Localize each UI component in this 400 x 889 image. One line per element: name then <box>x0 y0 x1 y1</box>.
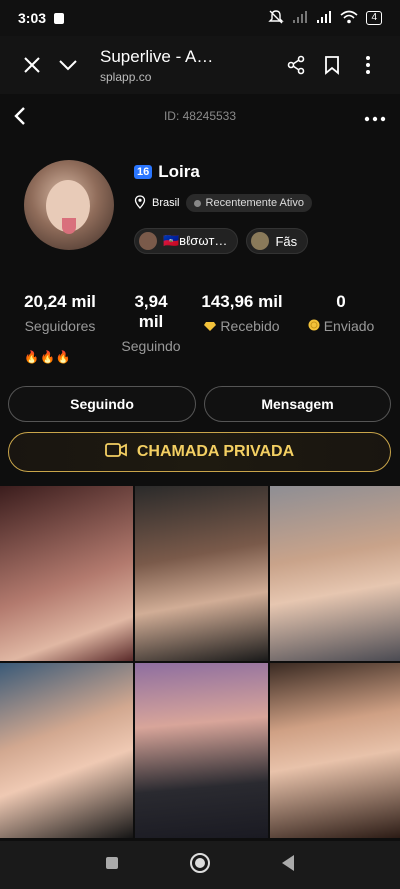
coin-icon <box>308 318 320 334</box>
photo-thumbnail[interactable] <box>135 663 268 838</box>
recent-apps-icon[interactable] <box>104 855 120 876</box>
browser-title-area[interactable]: Superlive - Assi… splapp.co <box>100 47 278 84</box>
chevron-down-icon[interactable] <box>50 47 86 83</box>
stats-row: 20,24 mil Seguidores 3,94 mil Seguindo 1… <box>0 292 400 354</box>
family-avatar <box>139 232 157 250</box>
stat-sent[interactable]: 0 Enviado <box>302 292 380 354</box>
photo-thumbnail[interactable] <box>0 486 133 661</box>
tag-row: 🇭🇹ʙℓσωт… Fãs <box>134 228 309 254</box>
wifi-icon <box>340 10 358 27</box>
bookmark-icon[interactable] <box>314 47 350 83</box>
system-nav-bar <box>0 841 400 889</box>
back-triangle-icon[interactable] <box>280 854 296 877</box>
more-vertical-icon[interactable] <box>350 47 386 83</box>
profile-name: Loira <box>158 162 200 181</box>
message-button-label: Mensagem <box>261 396 334 412</box>
family-tag-label: 🇭🇹ʙℓσωт… <box>163 233 228 248</box>
photo-thumbnail[interactable] <box>270 486 400 661</box>
photo-thumbnail[interactable] <box>270 663 400 838</box>
status-time: 3:03 <box>18 10 47 26</box>
status-dot <box>193 199 201 207</box>
stat-followers[interactable]: 20,24 mil Seguidores <box>0 292 120 354</box>
notification-icon <box>54 12 65 24</box>
profile-page: ID: 48245533 16 Loira Brasil Recentement… <box>0 94 400 841</box>
photo-thumbnail[interactable] <box>135 486 268 661</box>
mute-icon <box>268 9 285 28</box>
stat-value: 20,24 mil <box>24 292 96 311</box>
photo-thumbnail[interactable] <box>0 663 133 838</box>
private-call-label: CHAMADA PRIVADA <box>136 443 295 460</box>
fans-badge-icon <box>251 232 270 250</box>
page-title: Superlive - Assi… <box>100 46 220 66</box>
fire-emoji-text: 🔥🔥🔥 <box>24 350 72 364</box>
video-camera-icon <box>104 442 127 462</box>
stat-value: 143,96 mil <box>201 292 283 311</box>
following-button[interactable]: Seguindo <box>8 386 196 422</box>
activity-badge: Recentemente Ativo <box>185 194 312 212</box>
close-icon[interactable] <box>14 47 50 83</box>
stat-following[interactable]: 3,94 mil Seguindo <box>120 292 182 354</box>
battery-icon: 4 <box>366 11 382 25</box>
signal-icon <box>316 10 332 27</box>
meta-row: Brasil Recentemente Ativo <box>134 194 312 212</box>
location-icon <box>134 194 146 212</box>
diamond-icon <box>204 318 217 334</box>
signal-weak-icon <box>292 10 308 27</box>
stat-label: Seguidores <box>24 318 96 334</box>
following-button-label: Seguindo <box>70 396 134 412</box>
country-label: Brasil <box>152 197 180 209</box>
level-badge: 16 <box>134 165 153 179</box>
status-bar: 3:03 4 <box>0 0 400 36</box>
browser-toolbar: Superlive - Assi… splapp.co <box>0 36 400 94</box>
stat-label: Recebido <box>220 318 280 334</box>
profile-topnav: ID: 48245533 <box>0 94 400 138</box>
message-button[interactable]: Mensagem <box>204 386 391 422</box>
stat-value: 0 <box>336 292 346 311</box>
stat-label: Enviado <box>323 318 375 334</box>
private-call-button[interactable]: CHAMADA PRIVADA <box>8 432 391 472</box>
activity-label: Recentemente Ativo <box>205 197 304 209</box>
fans-tag-label: Fãs <box>275 233 298 249</box>
stat-received[interactable]: 143,96 mil Recebido <box>182 292 302 354</box>
name-row: 16 Loira <box>134 162 200 182</box>
page-url: splapp.co <box>100 69 152 84</box>
stat-label: Seguindo <box>121 338 181 354</box>
avatar[interactable] <box>24 160 114 250</box>
family-tag[interactable]: 🇭🇹ʙℓσωт… <box>134 228 239 254</box>
home-icon[interactable] <box>189 852 211 879</box>
share-icon[interactable] <box>278 47 314 83</box>
fans-tag[interactable]: Fãs <box>246 228 309 254</box>
user-id: ID: 48245533 <box>163 109 237 123</box>
stat-value: 3,94 mil <box>134 292 168 331</box>
photo-grid <box>0 486 400 838</box>
